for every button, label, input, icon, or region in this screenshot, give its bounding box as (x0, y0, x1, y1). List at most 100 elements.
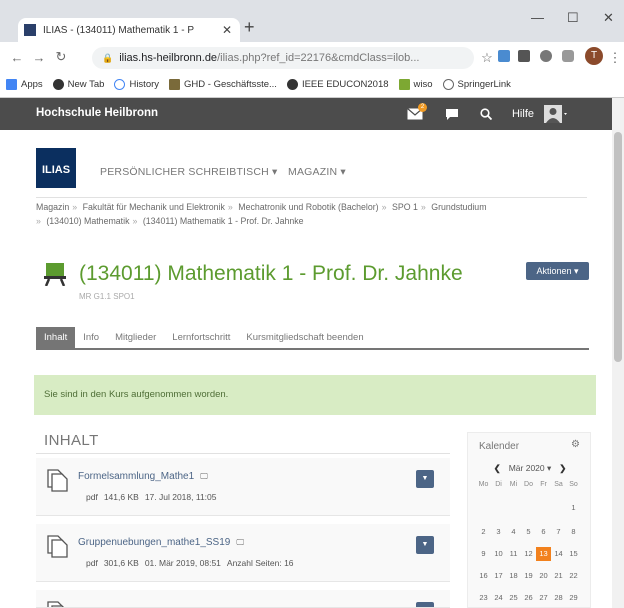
course-subtitle: MR G1.1 SPO1 (79, 292, 135, 301)
maximize-icon[interactable]: ☐ (567, 10, 579, 26)
url-path: /ilias.php?ref_id=22176&cmdClass=ilob... (217, 52, 420, 64)
gear-icon[interactable]: ⚙ (571, 439, 580, 450)
calendar-today[interactable]: 13 (536, 547, 551, 561)
bookmark-history[interactable]: History (114, 79, 159, 90)
close-tab-icon[interactable]: ✕ (220, 23, 234, 37)
breadcrumb-item[interactable]: Fakultät für Mechanik und Elektronik (83, 202, 225, 212)
actions-button[interactable]: Aktionen ▾ (526, 262, 589, 280)
monitor-icon: 🖵 (200, 472, 208, 481)
file-meta: pdf 301,6 KB 01. Mär 2019, 08:51 Anzahl Sei… (86, 558, 294, 568)
file-icon (44, 534, 70, 558)
tab-mitglieder[interactable]: Mitglieder (107, 327, 164, 349)
success-message: Sie sind in den Kurs aufgenommen worden. (34, 375, 596, 415)
scrollbar-thumb[interactable] (614, 132, 622, 362)
list-item: Gruppenuebungen_mathe1_SS19 🖵 pdf 301,6 KB… (36, 524, 450, 582)
lock-icon: 🔒 (102, 52, 114, 63)
calendar-week: 16 17 18 19 20 21 22 (479, 571, 578, 580)
breadcrumb-item[interactable]: Magazin (36, 202, 69, 212)
extension-icon-1[interactable] (498, 50, 510, 62)
bookmark-ieee[interactable]: IEEE EDUCON2018 (286, 79, 389, 90)
nav-personal-desk[interactable]: PERSÖNLICHER SCHREIBTISCH ▾ (100, 166, 278, 178)
breadcrumb-item[interactable]: (134011) Mathematik 1 - Prof. Dr. Jahnke (143, 216, 304, 226)
item-actions-button[interactable]: ▼ (416, 470, 434, 488)
page-title: (134011) Mathematik 1 - Prof. Dr. Jahnke (79, 262, 463, 285)
calendar-week: 2345678 (481, 527, 576, 536)
ghd-icon (169, 79, 181, 90)
calendar-title: Kalender (479, 441, 520, 452)
bookmark-apps[interactable]: Apps (6, 79, 43, 90)
tab-inhalt[interactable]: Inhalt (36, 327, 76, 349)
bookmark-new-tab[interactable]: New Tab (52, 79, 104, 90)
url-domain: ilias.hs-heilbronn.de (119, 52, 218, 64)
star-icon[interactable]: ☆ (476, 50, 498, 66)
list-item: ▼ (36, 590, 450, 608)
close-window-icon[interactable]: ✕ (603, 10, 614, 26)
reload-icon[interactable]: ↻ (50, 49, 72, 65)
springer-icon (442, 79, 454, 90)
course-tabs: Inhalt Info Mitglieder Lernfortschritt K… (36, 327, 372, 349)
tab-kursmitgliedschaft-beenden[interactable]: Kursmitgliedschaft beenden (238, 327, 371, 349)
bookmark-springer[interactable]: SpringerLink (442, 79, 511, 90)
ilias-header: Hochschule Heilbronn 2 Hilfe (0, 98, 612, 130)
profile-avatar[interactable]: T (585, 47, 603, 65)
search-icon[interactable] (476, 104, 496, 124)
mail-icon[interactable]: 2 (404, 103, 427, 124)
course-icon (44, 262, 66, 286)
calendar-weekdays: Mo Di Mi Do Fr Sa So (478, 481, 578, 488)
site-brand[interactable]: Hochschule Heilbronn (36, 107, 158, 119)
extension-icon-4[interactable] (562, 50, 574, 62)
favicon-icon (24, 24, 36, 36)
file-meta: pdf 141,6 KB 17. Jul 2018, 11:05 (86, 492, 217, 502)
file-link[interactable]: Formelsammlung_Mathe1 🖵 (78, 471, 208, 482)
tabs-underline (36, 348, 589, 350)
minimize-icon[interactable]: — (531, 10, 544, 25)
list-item: Formelsammlung_Mathe1 🖵 pdf 141,6 KB 17. Ju… (36, 458, 450, 516)
file-icon (44, 600, 70, 607)
globe-icon (286, 79, 298, 90)
browser-tab[interactable]: ILIAS - (134011) Mathematik 1 - P ✕ (18, 18, 240, 42)
forward-icon[interactable]: → (28, 50, 50, 65)
tab-info[interactable]: Info (75, 327, 107, 349)
chat-icon[interactable] (442, 104, 462, 124)
calendar-week: 9 10 11 12 13 14 15 (476, 547, 581, 561)
calendar-week: 23 24 25 26 27 28 29 (479, 593, 578, 602)
apps-grid-icon (6, 79, 17, 90)
bookmark-ghd[interactable]: GHD - Geschäftsste... (169, 79, 277, 90)
new-tab-button[interactable]: + (244, 17, 255, 37)
item-actions-button[interactable]: ▼ (416, 602, 434, 607)
item-actions-button[interactable]: ▼ (416, 536, 434, 554)
breadcrumb-item[interactable]: (134010) Mathematik (46, 216, 129, 226)
file-link[interactable]: Gruppenuebungen_mathe1_SS19 🖵 (78, 537, 244, 548)
content-divider (36, 453, 450, 454)
history-icon (114, 79, 126, 90)
tab-title: ILIAS - (134011) Mathematik 1 - P (43, 24, 194, 36)
extension-icon-2[interactable] (518, 50, 530, 62)
browser-menu-icon[interactable]: ⋮ (604, 50, 624, 66)
nav-divider (36, 197, 587, 198)
next-month-icon[interactable]: ❯ (559, 463, 566, 473)
breadcrumb: Magazin» Fakultät für Mechanik und Elekt… (36, 202, 487, 226)
calendar-week: 1 (571, 503, 576, 512)
extension-icon-3[interactable] (540, 50, 552, 62)
help-link[interactable]: Hilfe (506, 104, 540, 124)
tab-lernfortschritt[interactable]: Lernfortschritt (164, 327, 238, 349)
calendar-widget: Kalender ⚙ ❮ Mär 2020 ▾ ❯ Mo Di Mi Do Fr Sa So 1… (467, 432, 591, 608)
content-heading: INHALT (44, 432, 99, 449)
ilias-logo[interactable]: ILIAS (36, 148, 76, 188)
back-icon[interactable]: ← (6, 50, 28, 65)
month-select[interactable]: Mär 2020 ▾ (509, 463, 552, 473)
monitor-icon: 🖵 (236, 538, 245, 547)
calendar-month-nav: ❮ Mär 2020 ▾ ❯ (468, 463, 592, 474)
address-bar[interactable]: 🔒 ilias.hs-heilbronn.de/ilias.php?ref_id… (92, 47, 474, 69)
breadcrumb-item[interactable]: Grundstudium (431, 202, 486, 212)
nav-magazin[interactable]: MAGAZIN ▾ (288, 166, 346, 178)
bookmarks-bar: Apps New Tab History GHD - Geschäftsste.… (0, 72, 624, 98)
globe-icon (52, 79, 64, 90)
breadcrumb-item[interactable]: SPO 1 (392, 202, 418, 212)
bookmark-wiso[interactable]: wiso (398, 79, 433, 90)
prev-month-icon[interactable]: ❮ (494, 463, 501, 473)
wiso-icon (398, 79, 410, 90)
file-icon (44, 468, 70, 492)
breadcrumb-item[interactable]: Mechatronik und Robotik (Bachelor) (238, 202, 378, 212)
user-menu[interactable] (544, 104, 584, 124)
